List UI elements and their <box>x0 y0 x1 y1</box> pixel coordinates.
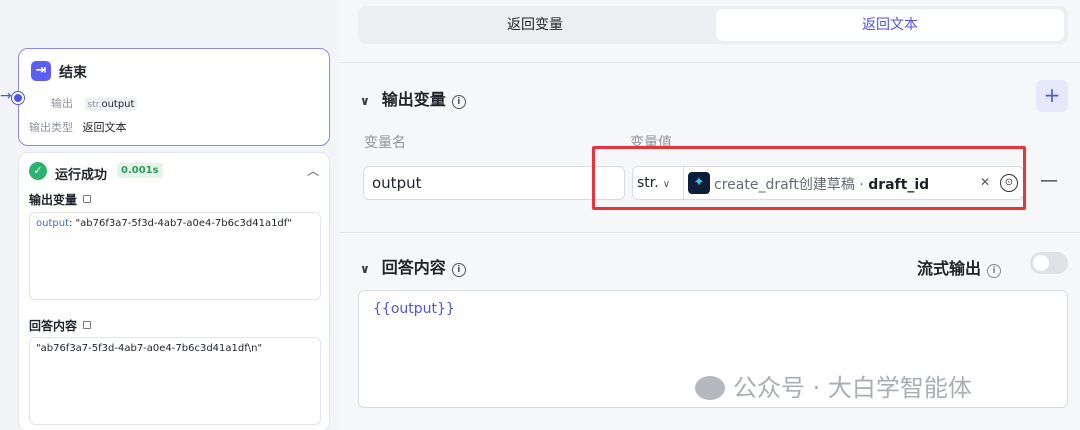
output-type-tag: str.output <box>84 98 138 111</box>
chevron-down-icon: ∨ <box>360 262 370 276</box>
chevron-down-icon: ∨ <box>360 94 370 108</box>
info-icon[interactable]: i <box>451 95 466 109</box>
exit-icon: ⇥ <box>31 61 51 81</box>
variable-name-input[interactable]: output <box>363 166 625 200</box>
watermark: 公众号 · 大白学智能体 <box>695 368 972 403</box>
end-node-output-row: 输出 str.output <box>51 95 138 111</box>
output-label: 输出 <box>51 97 73 110</box>
stream-output-toggle[interactable] <box>1030 252 1068 274</box>
end-node-title: 结束 <box>59 65 87 81</box>
end-node-type-row: 输出类型 返回文本 <box>29 119 127 135</box>
success-check-icon: ✓ <box>29 162 47 180</box>
stream-output-label: 流式输出 i <box>917 255 1002 279</box>
output-key: output <box>36 218 69 229</box>
tab-return-variable[interactable]: 返回变量 <box>361 9 709 41</box>
info-icon[interactable]: i <box>987 264 1002 278</box>
tab-return-text[interactable]: 返回文本 <box>716 9 1064 41</box>
answer-box-readonly: "ab76f3a7-5f3d-4ab7-a0e4-7b6c3d41a1df\n" <box>29 337 321 425</box>
end-node-card[interactable]: ⇥ 结束 输出 str.output 输出类型 返回文本 <box>18 48 330 146</box>
input-port[interactable] <box>12 92 24 104</box>
remove-variable-button[interactable]: — <box>1040 170 1058 191</box>
output-type-label: 输出类型 <box>29 121 73 134</box>
output-section-header[interactable]: ∨ 输出变量 i <box>360 86 466 110</box>
connector-arrow-icon: → <box>0 88 12 104</box>
answer-heading: 回答内容 <box>29 317 92 334</box>
run-time-badge: 0.001s <box>117 163 163 178</box>
answer-section-header[interactable]: ∨ 回答内容 i <box>360 254 466 278</box>
output-var-heading: 输出变量 <box>29 191 92 208</box>
chevron-up-icon[interactable]: ︿ <box>307 162 319 179</box>
run-status: 运行成功 <box>55 168 108 183</box>
wechat-icon <box>695 376 725 400</box>
workflow-canvas: → ⇥ 结束 输出 str.output 输出类型 返回文本 ✓ 运行成功 0.… <box>0 0 340 430</box>
output-value: : "ab76f3a7-5f3d-4ab7-a0e4-7b6c3d41a1df" <box>68 218 292 229</box>
divider <box>340 62 1080 63</box>
toggle-knob <box>1033 255 1049 271</box>
column-header-name: 变量名 <box>364 135 406 151</box>
return-mode-tabs: 返回变量 返回文本 <box>358 6 1068 44</box>
config-panel: 返回变量 返回文本 ∨ 输出变量 i + 变量名 变量值 output str. ∨ … <box>340 0 1080 430</box>
copy-icon[interactable] <box>83 321 92 329</box>
annotation-highlight-box <box>592 146 1026 210</box>
output-type-value: 返回文本 <box>82 121 127 134</box>
copy-icon[interactable] <box>83 195 92 203</box>
info-icon[interactable]: i <box>451 263 466 277</box>
divider <box>340 232 1080 233</box>
add-variable-button[interactable]: + <box>1036 80 1068 112</box>
output-var-box: output: "ab76f3a7-5f3d-4ab7-a0e4-7b6c3d4… <box>29 212 321 300</box>
run-result-panel: ✓ 运行成功 0.001s ︿ 输出变量 output: "ab76f3a7-5… <box>18 152 330 430</box>
